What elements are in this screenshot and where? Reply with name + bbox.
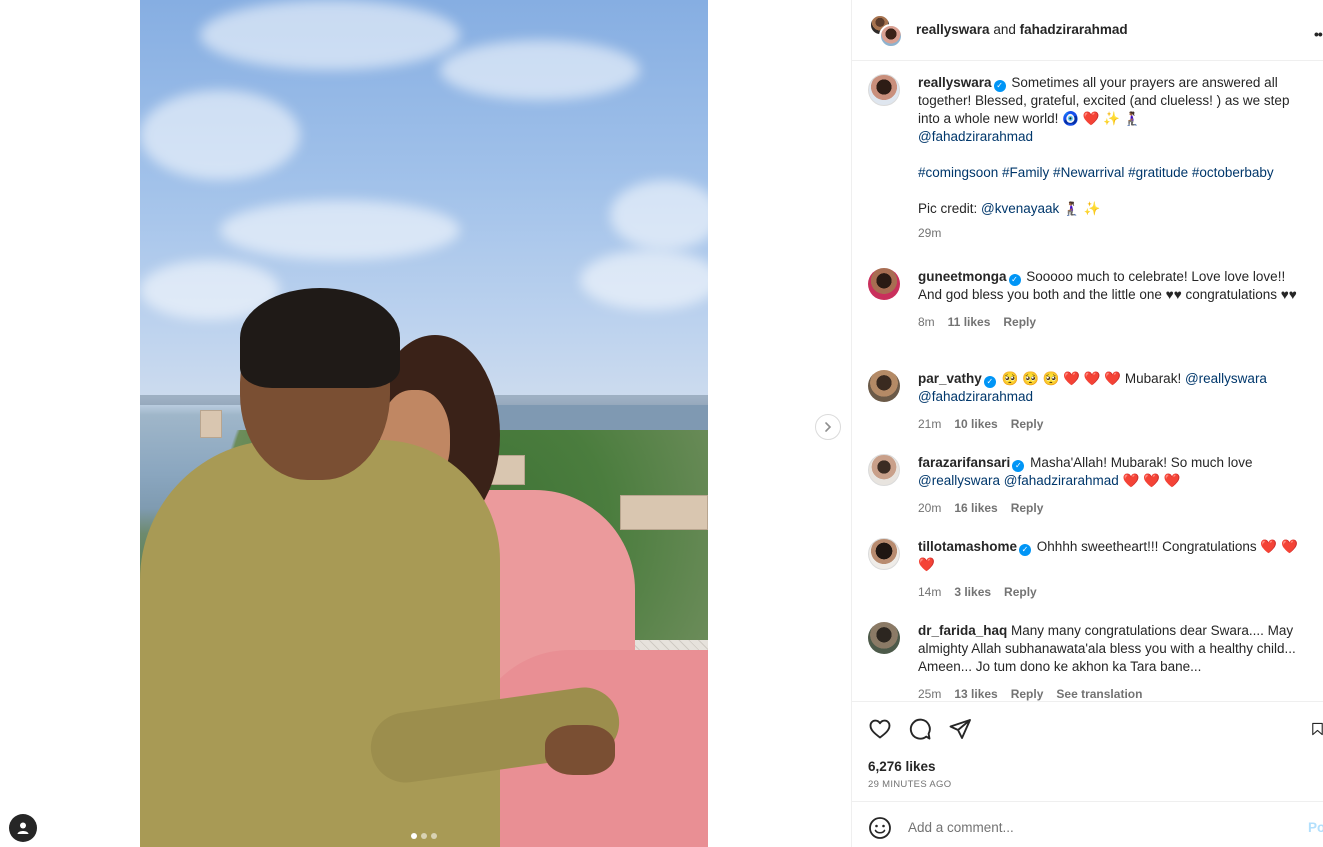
- comment-icon: [909, 718, 931, 740]
- save-button[interactable]: [1311, 716, 1323, 742]
- comment-text: 🥺 🥺 🥺 ❤️ ❤️ ❤️ Mubarak!: [1001, 371, 1182, 386]
- comment-time[interactable]: 8m: [918, 313, 935, 331]
- like-button[interactable]: [867, 716, 893, 742]
- comment-username[interactable]: farazarifansari: [918, 455, 1010, 470]
- caption-time[interactable]: 29m: [918, 224, 941, 242]
- header-user-link[interactable]: fahadzirarahmad: [1020, 22, 1128, 37]
- comment-time[interactable]: 14m: [918, 583, 941, 601]
- comment-mention[interactable]: @reallyswara: [918, 473, 1000, 488]
- carousel-dot-active: [411, 833, 417, 839]
- avatar[interactable]: [868, 454, 900, 486]
- likes-count[interactable]: 6,276 likes: [868, 759, 936, 774]
- cloud: [140, 90, 300, 180]
- reply-button[interactable]: Reply: [1011, 685, 1044, 701]
- avatar: [879, 24, 903, 48]
- post-comment-button[interactable]: Po: [1308, 820, 1323, 835]
- verified-icon: ✓: [1019, 544, 1032, 556]
- reply-button[interactable]: Reply: [1004, 583, 1037, 601]
- cloud: [580, 250, 708, 310]
- cloud: [200, 0, 460, 70]
- credit-mention[interactable]: @kvenayaak: [981, 201, 1059, 216]
- credit-emoji: 🧎🏾‍♀️ ✨: [1063, 201, 1101, 216]
- share-icon: [949, 719, 971, 739]
- carousel-dot: [431, 833, 437, 839]
- man: [140, 440, 500, 847]
- comment-username[interactable]: tillotamashome: [918, 539, 1017, 554]
- carousel-dots: [411, 833, 437, 839]
- avatar[interactable]: [868, 268, 900, 300]
- verified-icon: ✓: [983, 376, 996, 388]
- avatar[interactable]: [868, 370, 900, 402]
- comment-time[interactable]: 25m: [918, 685, 941, 701]
- comment-mention[interactable]: @reallyswara: [1185, 371, 1267, 386]
- comment-username[interactable]: par_vathy: [918, 371, 982, 386]
- credit-label: Pic credit:: [918, 201, 978, 216]
- emoji-icon: [869, 817, 891, 839]
- see-translation-button[interactable]: See translation: [1056, 685, 1142, 701]
- building: [620, 495, 708, 530]
- reply-button[interactable]: Reply: [1011, 499, 1044, 517]
- next-photo-button[interactable]: [815, 414, 841, 440]
- hand: [545, 725, 615, 775]
- caption-credit: Pic credit: @kvenayaak 🧎🏾‍♀️ ✨: [918, 200, 1310, 218]
- verified-icon: ✓: [993, 80, 1006, 92]
- post-actions: 6,276 likes 29 MINUTES AGO: [852, 701, 1323, 801]
- caption-hashtags[interactable]: #comingsoon #Family #Newarrival #gratitu…: [918, 164, 1310, 182]
- reply-button[interactable]: Reply: [1003, 313, 1036, 331]
- header-usernames: reallyswara and fahadzirarahmad: [916, 22, 1128, 37]
- comment-hearts: ❤️ ❤️ ❤️: [1122, 473, 1181, 488]
- comment-mention[interactable]: @fahadzirarahmad: [918, 389, 1033, 404]
- chevron-right-icon: [825, 422, 832, 432]
- header-user-link[interactable]: reallyswara: [916, 22, 990, 37]
- comments-list[interactable]: reallyswara ✓ Sometimes all your prayers …: [852, 61, 1323, 701]
- cloud: [220, 200, 460, 260]
- cloud: [610, 180, 708, 250]
- share-button[interactable]: [947, 716, 973, 742]
- profile-button[interactable]: [9, 814, 37, 842]
- post-timestamp[interactable]: 29 MINUTES AGO: [868, 779, 951, 790]
- comment-likes[interactable]: 10 likes: [954, 415, 997, 433]
- comment-likes[interactable]: 11 likes: [948, 313, 991, 331]
- profile-icon: [17, 822, 29, 834]
- comment-likes[interactable]: 3 likes: [954, 583, 991, 601]
- carousel-dot: [421, 833, 427, 839]
- verified-icon: ✓: [1012, 460, 1025, 472]
- add-comment-bar: Po: [852, 801, 1323, 847]
- verified-icon: ✓: [1008, 274, 1021, 286]
- reply-button[interactable]: Reply: [1011, 415, 1044, 433]
- cloud: [440, 40, 640, 100]
- comment-username[interactable]: guneetmonga: [918, 269, 1007, 284]
- man-hair: [240, 288, 400, 388]
- comment-text: Masha'Allah! Mubarak! So much love: [1030, 455, 1253, 470]
- more-icon[interactable]: ••: [1314, 26, 1323, 42]
- post-photo[interactable]: [140, 0, 708, 847]
- comment-input[interactable]: [908, 816, 1288, 838]
- comment-time[interactable]: 20m: [918, 499, 941, 517]
- collab-avatar[interactable]: [869, 14, 903, 48]
- caption-username[interactable]: reallyswara: [918, 75, 992, 90]
- comment-time[interactable]: 21m: [918, 415, 941, 433]
- emoji-button[interactable]: [868, 816, 892, 840]
- bookmark-icon: [1312, 722, 1323, 736]
- caption-mention[interactable]: @fahadzirarahmad: [918, 129, 1033, 144]
- comment-likes[interactable]: 13 likes: [954, 685, 997, 701]
- comment-button[interactable]: [907, 716, 933, 742]
- avatar[interactable]: [868, 622, 900, 654]
- heart-icon: [869, 719, 891, 739]
- avatar[interactable]: [868, 538, 900, 570]
- post-header: reallyswara and fahadzirarahmad ••: [852, 0, 1323, 61]
- header-joiner: and: [993, 22, 1016, 37]
- building: [200, 410, 222, 438]
- avatar[interactable]: [868, 74, 900, 106]
- post-side-panel: reallyswara and fahadzirarahmad •• reall…: [851, 0, 1323, 847]
- comment-username[interactable]: dr_farida_haq: [918, 623, 1007, 638]
- comment-likes[interactable]: 16 likes: [954, 499, 997, 517]
- comment-mention[interactable]: @fahadzirarahmad: [1004, 473, 1119, 488]
